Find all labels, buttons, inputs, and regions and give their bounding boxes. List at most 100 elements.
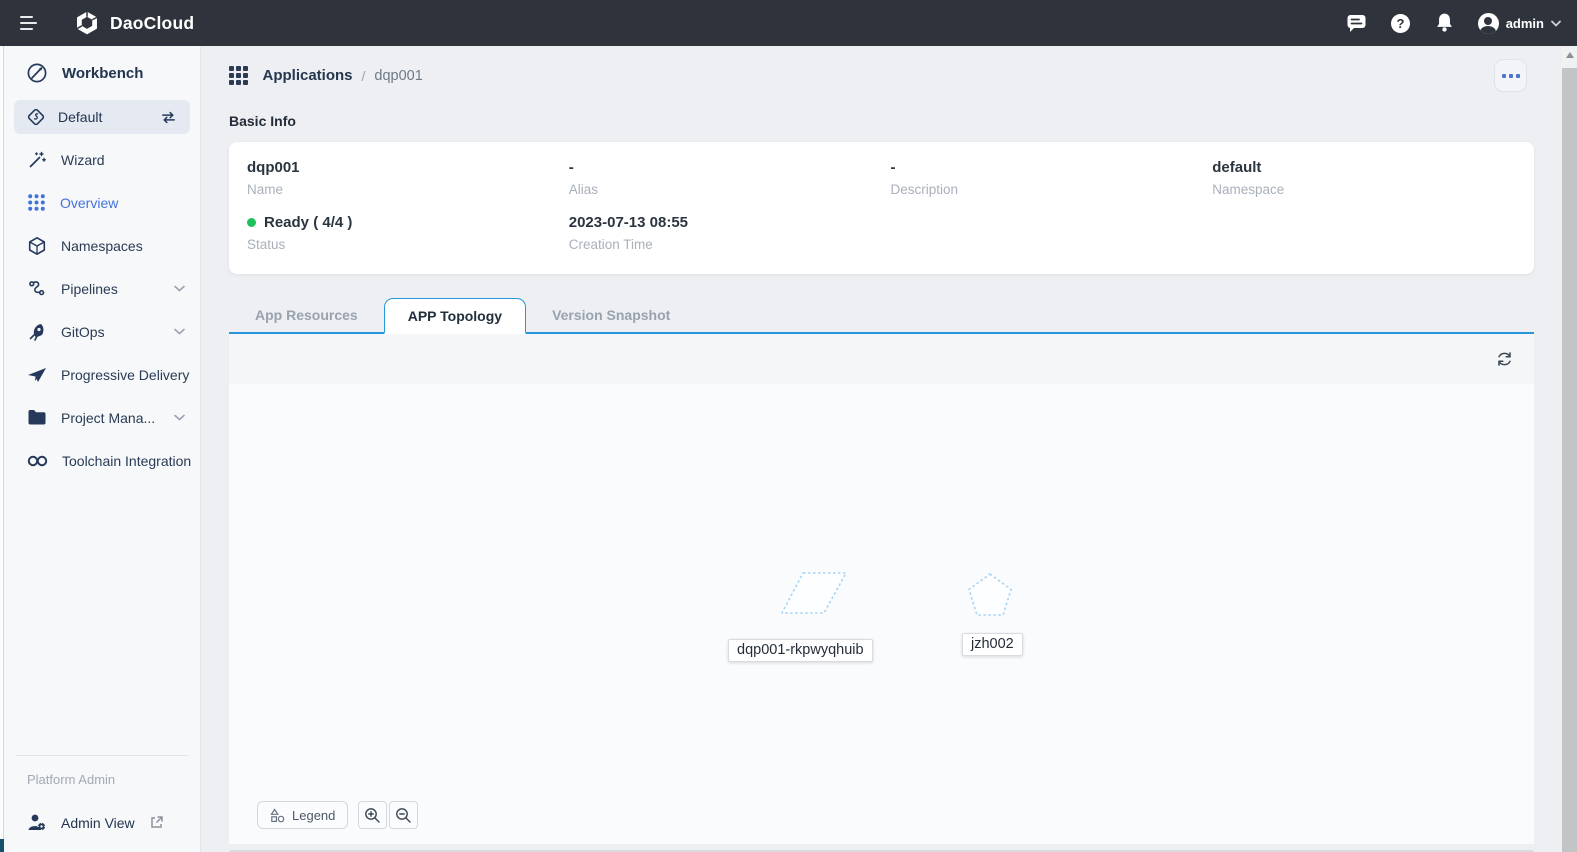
switch-workspace-icon[interactable] <box>160 110 177 125</box>
detail-tabs: App Resources APP Topology Version Snaps… <box>229 298 1534 334</box>
field-label: Creation Time <box>569 237 891 252</box>
workspace-icon <box>27 108 45 126</box>
workspace-label: Default <box>58 109 102 125</box>
sidebar: Workbench Default Wizard Overview Na <box>4 46 201 852</box>
admin-user-icon <box>27 813 47 832</box>
legend-shapes-icon <box>270 808 285 823</box>
field-name: dqp001 Name <box>247 159 569 197</box>
vertical-scrollbar[interactable] <box>1562 46 1577 852</box>
sidebar-item-overview[interactable]: Overview <box>4 181 200 224</box>
sidebar-item-gitops[interactable]: GitOps <box>4 310 200 353</box>
sidebar-item-label: Workbench <box>62 65 143 82</box>
field-value: - <box>891 159 1213 176</box>
sidebar-nav: Wizard Overview Namespaces Pipelines <box>4 138 200 482</box>
basic-info-title: Basic Info <box>229 113 1562 129</box>
daocloud-logo-icon <box>74 10 100 36</box>
sidebar-item-progressive-delivery[interactable]: Progressive Delivery <box>4 353 200 396</box>
zoom-out-button[interactable] <box>389 801 418 829</box>
zoom-in-button[interactable] <box>358 801 387 829</box>
chevron-down-icon <box>174 414 185 421</box>
status-value: Ready ( 4/4 ) <box>264 214 352 231</box>
refresh-icon[interactable] <box>1495 350 1514 369</box>
field-status: Ready ( 4/4 ) Status <box>247 214 569 252</box>
wizard-icon <box>27 150 47 170</box>
sidebar-item-toolchain-integration[interactable]: Toolchain Integration <box>4 439 200 482</box>
field-label: Namespace <box>1212 182 1534 197</box>
sidebar-item-pipelines[interactable]: Pipelines <box>4 267 200 310</box>
external-link-icon <box>149 815 164 830</box>
user-menu[interactable]: admin <box>1478 13 1561 34</box>
field-description: - Description <box>891 159 1213 197</box>
help-icon[interactable]: ? <box>1390 13 1411 34</box>
sidebar-item-label: Overview <box>60 195 118 211</box>
sidebar-item-label: GitOps <box>61 324 105 340</box>
menu-icon[interactable] <box>20 16 40 31</box>
field-value: dqp001 <box>247 159 569 176</box>
more-actions-button[interactable] <box>1494 59 1527 92</box>
sidebar-item-workbench[interactable]: Workbench <box>4 46 200 100</box>
field-creation-time: 2023-07-13 08:55 Creation Time <box>569 214 891 252</box>
workbench-icon <box>26 62 48 84</box>
overview-grid-icon <box>27 193 46 212</box>
field-namespace: default Namespace <box>1212 159 1534 197</box>
admin-view-label: Admin View <box>61 815 135 831</box>
sidebar-item-admin-view[interactable]: Admin View <box>4 813 200 832</box>
node-label-dqp001[interactable]: dqp001-rkpwyqhuib <box>728 639 873 662</box>
brand-name: DaoCloud <box>110 13 194 34</box>
topology-canvas[interactable]: dqp001-rkpwyqhuib jzh002 Legend <box>229 384 1534 844</box>
chevron-down-icon <box>174 328 185 335</box>
pipelines-icon <box>27 279 47 299</box>
sidebar-item-label: Wizard <box>61 152 105 168</box>
paper-plane-icon <box>27 366 47 384</box>
platform-admin-label: Platform Admin <box>4 772 200 787</box>
gitops-rocket-icon <box>27 322 47 342</box>
topology-node-pentagon[interactable] <box>966 571 1014 624</box>
folder-icon <box>27 409 47 426</box>
sidebar-item-namespaces[interactable]: Namespaces <box>4 224 200 267</box>
node-label-jzh002[interactable]: jzh002 <box>962 633 1023 656</box>
basic-info-card: dqp001 Name - Alias - Description defaul… <box>229 142 1534 274</box>
svg-text:?: ? <box>1396 16 1404 31</box>
sidebar-item-label: Namespaces <box>61 238 143 254</box>
applications-grid-icon <box>229 66 248 85</box>
tab-app-topology[interactable]: APP Topology <box>384 298 526 334</box>
brand-logo[interactable]: DaoCloud <box>74 10 194 36</box>
sidebar-item-label: Toolchain Integration <box>62 453 191 469</box>
legend-label: Legend <box>292 808 335 823</box>
breadcrumb-separator: / <box>362 68 366 84</box>
breadcrumb-applications[interactable]: Applications <box>263 67 353 84</box>
topology-toolbar <box>229 334 1534 384</box>
workspace-selector-default[interactable]: Default <box>14 100 190 134</box>
namespaces-icon <box>27 236 47 256</box>
legend-button[interactable]: Legend <box>257 801 348 829</box>
field-label: Status <box>247 237 569 252</box>
sidebar-footer: Platform Admin Admin View <box>4 755 200 852</box>
main-content: Applications / dqp001 Basic Info dqp001 … <box>201 46 1562 852</box>
chevron-down-icon <box>1551 20 1561 27</box>
tab-version-snapshot[interactable]: Version Snapshot <box>532 298 690 332</box>
status-green-dot <box>247 218 256 227</box>
topology-node-parallelogram[interactable] <box>779 568 849 623</box>
field-label: Name <box>247 182 569 197</box>
scrollbar-thumb[interactable] <box>1562 68 1577 852</box>
message-icon[interactable] <box>1346 13 1367 33</box>
username: admin <box>1506 16 1544 31</box>
field-label: Alias <box>569 182 891 197</box>
top-header: DaoCloud ? admin <box>0 0 1577 46</box>
field-alias: - Alias <box>569 159 891 197</box>
sidebar-item-label: Progressive Delivery <box>61 367 189 383</box>
avatar-icon <box>1478 13 1499 34</box>
notification-bell-icon[interactable] <box>1434 12 1455 34</box>
infinity-icon <box>27 454 48 468</box>
divider <box>16 755 188 756</box>
breadcrumb-current: dqp001 <box>374 68 422 84</box>
field-value: 2023-07-13 08:55 <box>569 214 891 231</box>
scroll-up-arrow[interactable] <box>1562 46 1577 64</box>
field-value: default <box>1212 159 1534 176</box>
sidebar-item-label: Project Mana... <box>61 410 155 426</box>
sidebar-item-project-management[interactable]: Project Mana... <box>4 396 200 439</box>
sidebar-item-label: Pipelines <box>61 281 118 297</box>
sidebar-item-wizard[interactable]: Wizard <box>4 138 200 181</box>
tab-app-resources[interactable]: App Resources <box>235 298 378 332</box>
field-label: Description <box>891 182 1213 197</box>
